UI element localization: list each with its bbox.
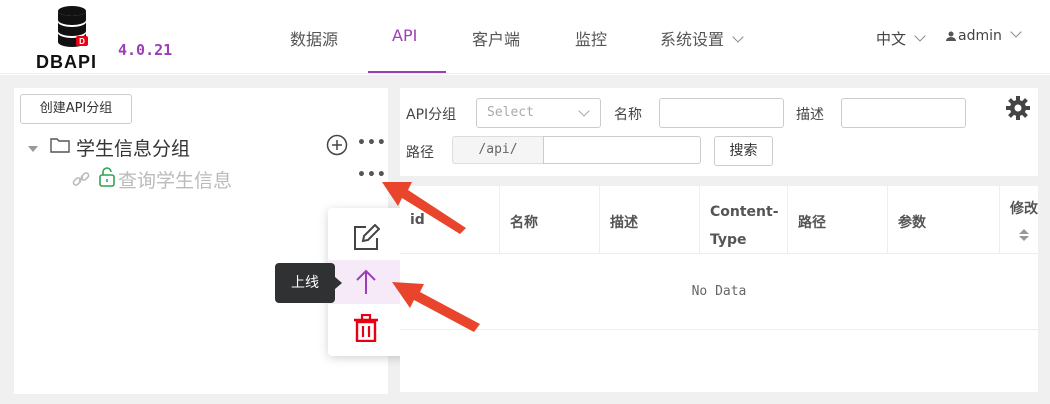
group-select[interactable]: Select: [476, 98, 601, 128]
group-filter-label: API分组: [406, 107, 457, 123]
chevron-down-icon: [732, 31, 744, 43]
svg-text:D: D: [79, 37, 85, 46]
name-input[interactable]: [659, 98, 784, 128]
user-dropdown[interactable]: admin: [946, 26, 1022, 44]
api-table: id 名称 描述 Content- Type 路径 参数 修改 No Data: [400, 186, 1038, 392]
nav-settings[interactable]: 系统设置: [660, 26, 744, 50]
folder-icon: [50, 138, 70, 153]
name-filter-label: 名称: [614, 107, 642, 123]
trash-icon: [354, 314, 378, 342]
unlock-icon: [99, 167, 115, 187]
language-dropdown[interactable]: 中文: [876, 28, 926, 49]
path-prefix: /api/: [452, 136, 544, 164]
chevron-down-icon: [1010, 26, 1022, 38]
user-icon: [946, 31, 956, 41]
col-path[interactable]: 路径: [788, 186, 888, 254]
nav-monitor[interactable]: 监控: [575, 26, 607, 50]
col-desc[interactable]: 描述: [600, 186, 700, 254]
desc-input[interactable]: [841, 98, 966, 128]
tree-group-label[interactable]: 学生信息分组: [76, 134, 190, 161]
nav-datasource[interactable]: 数据源: [290, 26, 338, 50]
sort-icon[interactable]: [1018, 228, 1030, 242]
chevron-down-icon: [578, 105, 590, 117]
database-logo-icon: D: [58, 6, 88, 47]
annotation-arrow-icon: [392, 282, 480, 332]
caret-down-icon[interactable]: [28, 146, 38, 152]
chevron-down-icon: [914, 30, 926, 42]
user-name: admin: [958, 28, 1002, 44]
col-params[interactable]: 参数: [888, 186, 1000, 254]
annotation-arrow-icon: [382, 182, 466, 234]
path-input[interactable]: [543, 136, 701, 164]
table-header: id 名称 描述 Content- Type 路径 参数 修改: [400, 186, 1038, 254]
col-name[interactable]: 名称: [500, 186, 600, 254]
logo-text: DBAPI: [36, 52, 98, 72]
table-empty: No Data: [400, 254, 1038, 330]
desc-filter-label: 描述: [796, 107, 824, 123]
logo[interactable]: D DBAPI: [36, 6, 98, 72]
link-icon: [72, 172, 90, 186]
nav-client[interactable]: 客户端: [472, 26, 520, 50]
create-api-group-button[interactable]: 创建API分组: [20, 94, 132, 124]
search-panel: API分组 Select 名称 描述 路径 /api/ 搜索: [400, 88, 1038, 176]
search-button[interactable]: 搜索: [714, 136, 773, 166]
nav-api[interactable]: API: [392, 26, 417, 45]
col-content-type[interactable]: Content- Type: [700, 186, 788, 254]
version-label: 4.0.21: [118, 41, 173, 59]
group-select-placeholder: Select: [487, 105, 534, 120]
arrow-up-icon: [356, 269, 376, 294]
group-more-icon[interactable]: •••: [357, 135, 387, 151]
publish-tooltip: 上线: [275, 263, 335, 303]
col-modified[interactable]: 修改: [1000, 186, 1038, 254]
gear-icon[interactable]: [1006, 96, 1030, 120]
path-filter-label: 路径: [406, 145, 434, 161]
tooltip-arrow: [335, 277, 342, 289]
col-content-type-line1: Content-: [710, 204, 779, 220]
nav-active-indicator: [368, 71, 446, 73]
header: D DBAPI 4.0.21 数据源 API 客户端 监控 系统设置 中文 ad…: [0, 0, 1050, 74]
language-label: 中文: [876, 30, 907, 48]
nav-settings-label: 系统设置: [660, 30, 725, 49]
edit-icon: [354, 224, 380, 250]
col-content-type-line2: Type: [710, 232, 747, 248]
add-circle-icon[interactable]: [326, 134, 348, 156]
tree-api-label[interactable]: 查询学生信息: [118, 166, 232, 193]
